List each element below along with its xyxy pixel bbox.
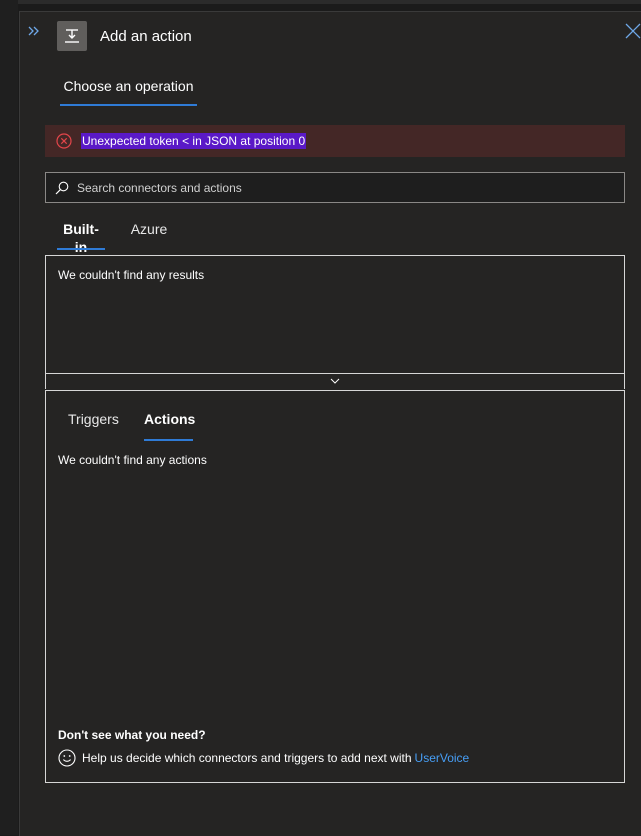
top-strip [0,0,641,4]
connectors-results-box: We couldn't find any results [45,255,625,374]
no-results-message: We couldn't find any results [58,268,205,282]
panel-title: Add an action [100,28,192,45]
footer-feedback: Help us decide which connectors and trig… [58,749,469,767]
search-box[interactable] [45,172,625,203]
tab-label: Azure [130,221,168,237]
action-step-icon [57,21,87,51]
error-text: Unexpected token < in JSON at position 0 [81,133,307,149]
tab-azure[interactable]: Azure [130,220,168,250]
close-icon[interactable] [624,22,641,40]
left-gutter [0,0,18,835]
smile-icon [58,749,76,767]
search-icon [55,181,69,194]
tab-underline [144,439,193,441]
chevron-down-icon [330,378,340,384]
tab-built-in[interactable]: Built-in [57,220,105,255]
tab-label: Actions [144,411,196,427]
tab-underline [60,104,197,106]
search-input[interactable] [77,180,624,195]
double-chevron-right-icon[interactable] [26,22,44,40]
tab-label: Triggers [68,411,119,427]
collapse-toggle[interactable] [45,373,625,389]
tab-underline [57,248,105,250]
error-circle-icon [56,133,72,149]
uservoice-link[interactable]: UserVoice [415,751,470,765]
footer-title: Don't see what you need? [58,728,206,742]
no-actions-message: We couldn't find any actions [58,453,207,467]
footer-text: Help us decide which connectors and trig… [82,751,412,765]
actions-box: Triggers Actions We couldn't find any ac… [45,390,625,783]
tab-actions[interactable]: Actions [144,411,196,441]
tab-label: Choose an operation [63,78,194,94]
tab-triggers[interactable]: Triggers [68,411,119,441]
tab-choose-operation[interactable]: Choose an operation [60,76,197,106]
error-message-bar: Unexpected token < in JSON at position 0 [45,125,625,157]
